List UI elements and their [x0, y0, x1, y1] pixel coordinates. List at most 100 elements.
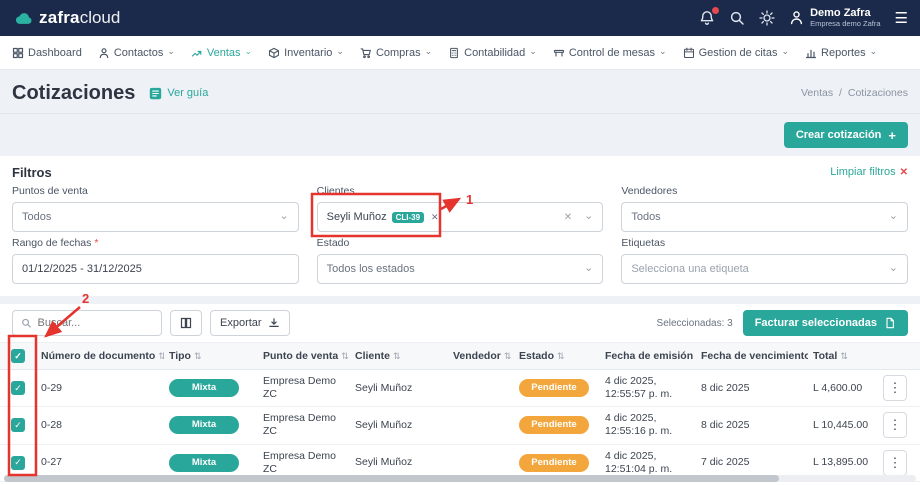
column-toggle-button[interactable]: [170, 310, 202, 336]
chevron-down-icon[interactable]: ⌄: [889, 261, 898, 274]
required-asterisk: *: [94, 237, 98, 249]
breadcrumb: Ventas / Cotizaciones: [798, 87, 908, 99]
column-header-estado[interactable]: Estado⇅: [514, 343, 600, 370]
chevron-down-icon[interactable]: ⌄: [584, 209, 593, 222]
row-checkbox[interactable]: ✓: [11, 456, 25, 470]
column-header-total[interactable]: Total⇅: [808, 343, 878, 370]
plus-icon: +: [888, 128, 896, 143]
cell-emision: 4 dic 2025, 12:55:57 p. m.: [600, 370, 696, 407]
chevron-down-icon[interactable]: ⌄: [889, 209, 898, 222]
client-code-badge: CLI-39: [392, 212, 424, 223]
guide-link-label: Ver guía: [167, 87, 208, 99]
nav-item-contabilidad[interactable]: Contabilidad ⌄: [448, 47, 537, 59]
column-header-fecha-vencimiento[interactable]: Fecha de vencimiento⇅: [696, 343, 808, 370]
nav-item-contactos[interactable]: Contactos ⌄: [98, 47, 175, 59]
export-button[interactable]: Exportar: [210, 310, 290, 336]
puntos-label: Puntos de venta: [12, 185, 299, 198]
row-actions-button[interactable]: ⋮: [883, 412, 907, 438]
column-header-actions: [878, 343, 920, 370]
search-button[interactable]: [729, 10, 745, 26]
export-label: Exportar: [220, 317, 262, 329]
horizontal-scrollbar[interactable]: [4, 475, 916, 482]
notification-badge: [711, 6, 720, 15]
create-quote-label: Crear cotización: [796, 129, 882, 141]
clientes-label: Clientes: [317, 185, 604, 198]
nav-item-inventario[interactable]: Inventario ⌄: [268, 47, 344, 59]
row-checkbox[interactable]: ✓: [11, 381, 25, 395]
chevron-down-icon[interactable]: ⌄: [584, 261, 593, 274]
download-icon: [268, 317, 280, 329]
sort-icon: ⇅: [194, 351, 202, 361]
column-header-cliente[interactable]: Cliente⇅: [350, 343, 448, 370]
selected-count: Seleccionadas: 3: [657, 318, 733, 329]
nav-item-compras[interactable]: Compras ⌄: [360, 47, 432, 59]
estado-select[interactable]: Todos los estados ⌄: [317, 254, 604, 284]
column-header-documento[interactable]: Número de documento⇅: [36, 343, 164, 370]
breadcrumb-current: Cotizaciones: [848, 87, 908, 99]
invoice-selected-button[interactable]: Facturar seleccionadas: [743, 310, 908, 336]
cell-estado: Pendiente: [514, 370, 600, 407]
user-menu[interactable]: Demo Zafra Empresa demo Zafra: [789, 7, 880, 28]
selected-client-name: Seyli Muñoz: [327, 211, 387, 223]
create-quote-button[interactable]: Crear cotización +: [784, 122, 908, 148]
clear-clients-icon[interactable]: ✕: [564, 212, 572, 223]
row-checkbox[interactable]: ✓: [11, 418, 25, 432]
tipo-badge: Mixta: [169, 379, 239, 397]
etiquetas-select[interactable]: Selecciona una etiqueta ⌄: [621, 254, 908, 284]
brand-logo[interactable]: zafracloud: [12, 8, 120, 28]
tipo-badge: Mixta: [169, 454, 239, 472]
row-actions-button[interactable]: ⋮: [883, 450, 907, 476]
notifications-button[interactable]: [699, 10, 715, 26]
menu-button[interactable]: ☰: [895, 9, 908, 27]
theme-toggle-button[interactable]: [759, 10, 775, 26]
search-icon: [21, 317, 32, 329]
main-nav: Dashboard Contactos ⌄ Ventas ⌄ Inventari…: [0, 36, 920, 70]
chevron-down-icon: ⌄: [870, 46, 878, 57]
column-header-tipo[interactable]: Tipo⇅: [164, 343, 258, 370]
cell-total: L 4,600.00: [808, 370, 878, 407]
field-rango-de-fechas: Rango de fechas * 01/12/2025 - 31/12/202…: [12, 232, 299, 284]
brand-name-bold: zafra: [39, 8, 80, 27]
chevron-down-icon: ⌄: [336, 46, 344, 57]
cell-vendedor: [448, 407, 514, 444]
estado-value: Todos los estados: [327, 263, 415, 275]
remove-client-icon[interactable]: ✕: [431, 212, 439, 223]
vendedores-select[interactable]: Todos ⌄: [621, 202, 908, 232]
nav-item-gestion-de-citas[interactable]: Gestion de citas ⌄: [683, 47, 789, 59]
sales-icon: [191, 47, 203, 59]
sort-icon: ⇅: [840, 351, 848, 361]
breadcrumb-separator: /: [839, 87, 842, 99]
scrollbar-thumb[interactable]: [4, 475, 779, 482]
sort-icon: ⇅: [557, 351, 565, 361]
date-range-input[interactable]: 01/12/2025 - 31/12/2025: [12, 254, 299, 284]
sort-icon: ⇅: [158, 351, 164, 361]
kebab-icon: ⋮: [889, 455, 902, 471]
estado-badge: Pendiente: [519, 416, 589, 434]
cell-vencimiento: 8 dic 2025: [696, 370, 808, 407]
table-search[interactable]: [12, 310, 162, 336]
guide-link[interactable]: Ver guía: [149, 87, 208, 100]
nav-item-ventas[interactable]: Ventas ⌄: [191, 47, 252, 59]
chevron-down-icon[interactable]: ⌄: [279, 209, 288, 222]
puntos-select[interactable]: Todos ⌄: [12, 202, 299, 232]
row-actions-button[interactable]: ⋮: [883, 375, 907, 401]
nav-item-dashboard[interactable]: Dashboard: [12, 47, 82, 59]
filters-title: Filtros: [12, 165, 52, 180]
chevron-down-icon: ⌄: [425, 46, 433, 57]
nav-label: Compras: [376, 47, 421, 59]
rango-label: Rango de fechas: [12, 237, 91, 249]
cloud-logo-icon: [12, 10, 34, 27]
column-header-vendedor[interactable]: Vendedor⇅: [448, 343, 514, 370]
clear-filters-link[interactable]: Limpiar filtros ✕: [830, 166, 908, 178]
column-header-fecha-emision[interactable]: Fecha de emisión⇅: [600, 343, 696, 370]
breadcrumb-parent[interactable]: Ventas: [801, 87, 833, 99]
nav-item-control-de-mesas[interactable]: Control de mesas ⌄: [553, 47, 667, 59]
nav-item-reportes[interactable]: Reportes ⌄: [805, 47, 877, 59]
filters-panel: Filtros Limpiar filtros ✕ Puntos de vent…: [0, 156, 920, 296]
clientes-select[interactable]: Seyli Muñoz CLI-39 ✕ ✕ ⌄: [317, 202, 604, 232]
search-input[interactable]: [38, 317, 154, 329]
nav-label: Inventario: [284, 47, 332, 59]
column-header-punto-de-venta[interactable]: Punto de venta⇅: [258, 343, 350, 370]
select-all-checkbox[interactable]: ✓: [11, 349, 25, 363]
cell-punto: Empresa Demo ZC: [258, 407, 350, 444]
